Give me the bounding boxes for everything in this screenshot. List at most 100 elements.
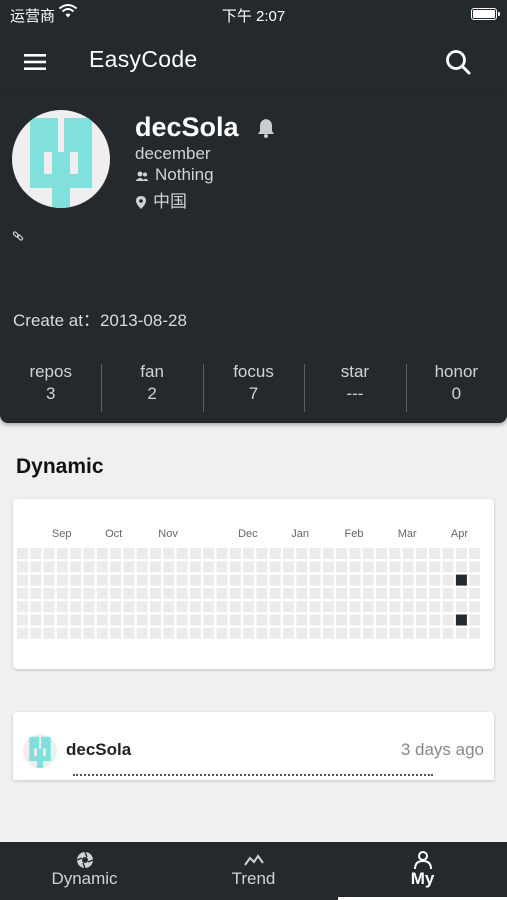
heatmap-cell [243,561,255,573]
heatmap-cell [70,587,82,599]
stat-star[interactable]: star --- [304,362,405,412]
heatmap-cell [269,627,281,639]
heatmap-cell [56,561,68,573]
event-time: 3 days ago [400,740,484,759]
heatmap-cell [96,561,108,573]
heatmap-cell [376,548,388,559]
heatmap-cell [136,601,148,613]
heatmap-cell [96,574,108,586]
heatmap-cell [163,614,175,626]
stat-value: 7 [248,384,259,403]
stat-focus[interactable]: focus 7 [202,362,304,412]
stat-fan[interactable]: fan 2 [101,362,202,412]
heatmap-cell [70,548,82,559]
heatmap-cell [336,574,348,586]
username: decSola [135,112,239,142]
heatmap-cell [309,614,321,626]
link-icon[interactable] [12,230,24,242]
heatmap-cell [70,614,82,626]
heatmap-cell [469,587,481,599]
heatmap-cell [429,561,441,573]
heatmap-cell [30,574,42,586]
heatmap-cell [123,548,135,559]
heatmap-cell [163,627,175,639]
stat-label: repos [29,362,72,381]
heatmap-cell [256,601,268,613]
heatmap-cell [110,587,122,599]
tab-label: My [410,869,435,888]
stat-value: 0 [451,384,462,403]
heatmap-cell [136,561,148,573]
contribution-card: Sep Oct Nov Dec Jan Feb Mar Apr [13,499,494,669]
heatmap-cell [269,561,281,573]
heatmap-cell [30,614,42,626]
heatmap-cell [256,561,268,573]
heatmap-cell [416,614,427,626]
event-card[interactable]: decSola 3 days ago [13,712,494,780]
heatmap-cell [110,548,122,559]
month-label: Dec [238,528,258,540]
location-label: 中国 [153,192,187,211]
heatmap-cell [469,601,481,613]
heatmap-cell [455,601,467,613]
stat-value: --- [346,384,364,403]
month-label: Apr [451,528,468,540]
heatmap-cell [123,587,135,599]
heatmap-cell [442,574,454,586]
tab-my[interactable]: My [338,842,507,900]
stat-repos[interactable]: repos 3 [0,362,101,412]
heatmap-cell [229,574,241,586]
heatmap-cell [309,627,321,639]
heatmap-cell [189,561,201,573]
stat-honor[interactable]: honor 0 [405,362,507,412]
heatmap-cell [283,548,294,559]
heatmap-cell [150,587,161,599]
heatmap-cell [43,548,55,559]
tab-dynamic[interactable]: Dynamic [0,842,169,900]
group-icon [135,171,149,181]
heatmap-cell [336,614,348,626]
heatmap-cell [269,601,281,613]
heatmap-cell [376,587,388,599]
heatmap-cell [229,561,241,573]
event-avatar[interactable] [23,734,57,768]
heatmap-cell [110,614,122,626]
month-label: Mar [398,528,417,540]
heatmap-cell [389,561,401,573]
heatmap-cell [269,587,281,599]
heatmap-cell [322,587,334,599]
avatar[interactable] [12,110,110,208]
heatmap-cell [56,601,68,613]
heatmap-cell [110,601,122,613]
heatmap-cell [150,627,161,639]
heatmap-cell [296,574,308,586]
heatmap-cell [123,627,135,639]
heatmap-cell [389,614,401,626]
heatmap-cell [30,627,42,639]
heatmap-cell [269,548,281,559]
heatmap-cell [83,561,95,573]
heatmap-cell [455,561,467,573]
heatmap-cell [189,627,201,639]
heatmap-cell [30,601,42,613]
heatmap-cell [123,574,135,586]
bell-icon[interactable] [257,118,275,138]
stat-label: fan [140,362,164,381]
heatmap-cell [243,601,255,613]
menu-icon[interactable] [20,47,50,77]
stat-label: focus [233,362,274,381]
tab-trend[interactable]: Trend [169,842,338,900]
heatmap-cell [336,627,348,639]
heatmap-cell [309,587,321,599]
search-icon[interactable] [443,47,473,77]
heatmap-cell [30,548,42,559]
heatmap-cell [283,614,294,626]
heatmap-cell [30,561,42,573]
heatmap-cell [389,627,401,639]
stat-label: honor [434,362,479,381]
heatmap-cell [376,561,388,573]
heatmap-cell [256,587,268,599]
heatmap-cell [269,574,281,586]
heatmap-cell [96,548,108,559]
stat-value: 3 [45,384,56,403]
